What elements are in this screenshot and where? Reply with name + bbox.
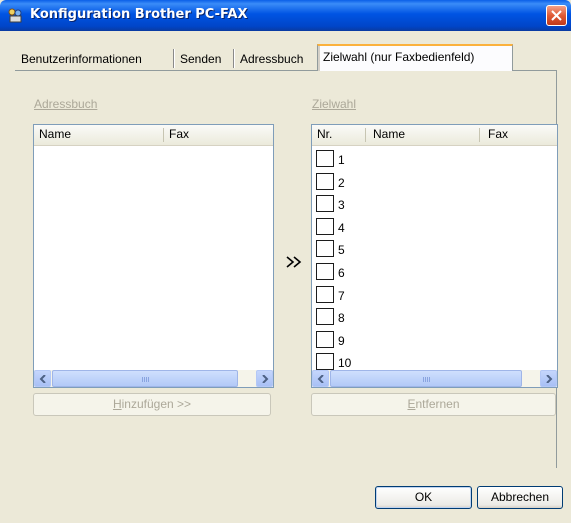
tab-speed-dial[interactable]: Zielwahl (nur Faxbedienfeld) [317,44,513,71]
address-book-label: Adressbuch [34,97,98,111]
cancel-button[interactable]: Abbrechen [477,486,563,509]
speed-dial-label: Zielwahl [312,97,357,111]
row-checkbox[interactable] [316,263,334,280]
window-title: Konfiguration Brother PC-FAX [30,7,248,22]
transfer-arrow-icon [284,252,304,272]
list-header: Nr. Name Fax [312,125,557,146]
scroll-left-button[interactable] [34,370,51,387]
row-number: 1 [338,153,345,167]
column-header-nr[interactable]: Nr. [312,125,365,144]
scroll-thumb[interactable] [52,370,238,387]
row-checkbox[interactable] [316,195,334,213]
row-checkbox[interactable] [316,217,334,235]
remove-button[interactable]: Entfernen [311,393,556,416]
ok-button[interactable]: OK [375,486,472,509]
app-icon [8,8,22,23]
row-number: 6 [338,266,345,280]
row-checkbox[interactable] [316,353,334,371]
add-button[interactable]: Hinzufügen >> [33,393,271,416]
row-number: 4 [338,220,345,235]
chevron-left-icon [39,375,46,383]
column-header-name[interactable]: Name [366,125,479,144]
tab-divider [173,49,174,68]
tab-divider [233,49,234,68]
title-bar[interactable]: Konfiguration Brother PC-FAX [0,0,571,31]
column-header-fax[interactable]: Fax [480,125,557,144]
row-checkbox[interactable] [316,330,334,348]
tab-send[interactable]: Senden [176,47,225,69]
column-header-fax[interactable]: Fax [164,125,273,144]
chevron-right-icon [546,375,553,383]
horizontal-scrollbar[interactable] [312,370,557,387]
row-checkbox[interactable] [316,150,334,167]
address-book-list[interactable]: Name Fax [33,124,274,388]
scroll-right-button[interactable] [540,370,557,387]
row-number: 7 [338,288,345,303]
chevron-right-icon [262,375,269,383]
row-number: 9 [338,333,345,348]
row-number: 3 [338,198,345,213]
horizontal-scrollbar[interactable] [34,370,273,387]
row-number: 2 [338,175,345,190]
speed-dial-list[interactable]: Nr. Name Fax 1 2 3 4 5 6 7 8 9 10 [311,124,558,388]
scroll-thumb[interactable] [330,370,522,387]
tab-user-info[interactable]: Benutzerinformationen [17,47,146,69]
tab-address-book[interactable]: Adressbuch [236,47,307,69]
close-button[interactable] [546,5,567,26]
row-checkbox[interactable] [316,240,334,258]
close-icon [551,10,562,21]
column-header-name[interactable]: Name [34,125,163,144]
scroll-right-button[interactable] [256,370,273,387]
row-checkbox[interactable] [316,172,334,190]
row-checkbox[interactable] [316,285,334,303]
scroll-left-button[interactable] [312,370,329,387]
chevron-left-icon [317,375,324,383]
list-header: Name Fax [34,125,273,146]
row-checkbox[interactable] [316,308,334,326]
row-number: 5 [338,243,345,258]
row-number: 8 [338,311,345,326]
